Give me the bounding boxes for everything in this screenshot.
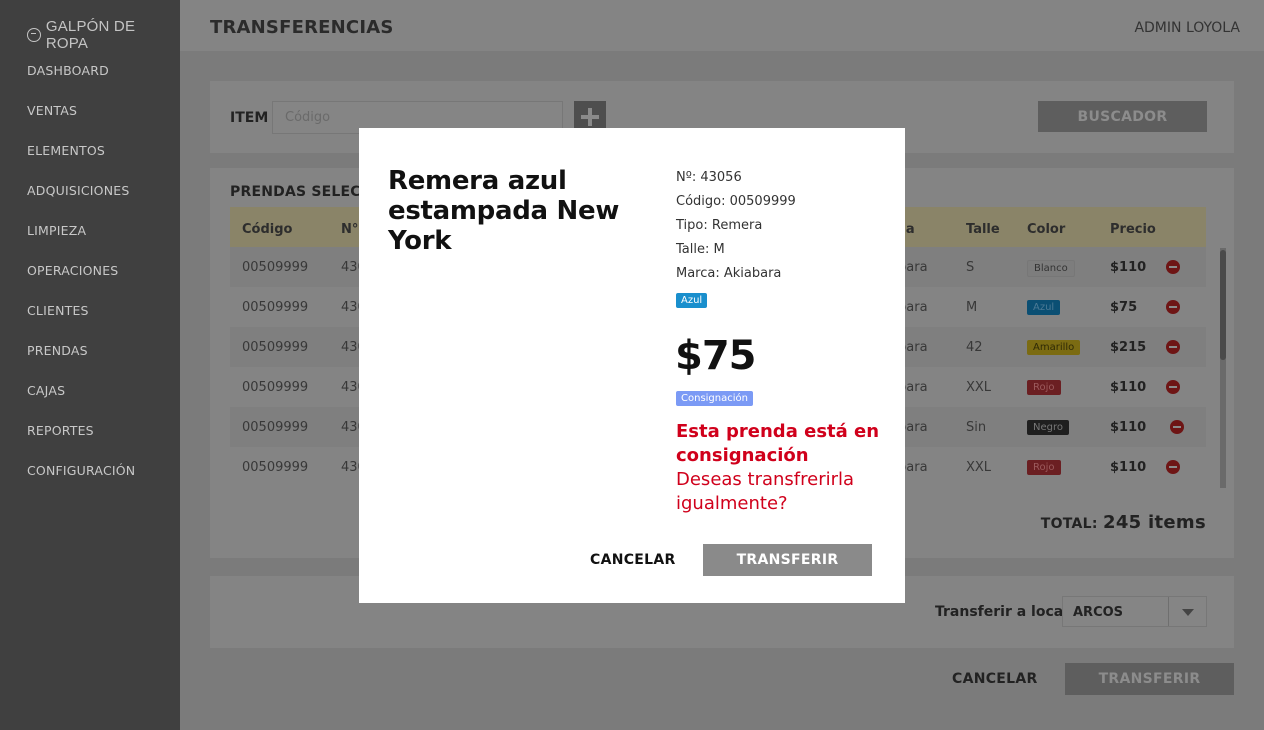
cell-precio: $75: [1110, 300, 1138, 315]
color-tag: Azul: [676, 293, 708, 308]
sidebar-item-operaciones[interactable]: OPERACIONES: [27, 262, 135, 302]
consignment-badge: Consignación: [676, 391, 753, 406]
detail-marca: Marca: Akiabara: [676, 266, 782, 281]
sidebar-item-clientes[interactable]: CLIENTES: [27, 302, 135, 342]
confirm-question: Deseas transfrerirla igualmente?: [676, 469, 855, 514]
color-tag: Rojo: [1027, 380, 1061, 395]
cancel-button[interactable]: CANCELAR: [952, 671, 1038, 687]
sidebar-item-limpieza[interactable]: LIMPIEZA: [27, 222, 135, 262]
modal-price: $75: [675, 333, 756, 379]
page-title: TRANSFERENCIAS: [210, 17, 394, 38]
destination-value: ARCOS: [1073, 605, 1124, 620]
cell-talle: XXL: [966, 380, 992, 395]
brand-logo[interactable]: GALPÓN DE ROPA: [27, 18, 180, 52]
remove-icon[interactable]: [1166, 460, 1180, 474]
sidebar-item-dashboard[interactable]: DASHBOARD: [27, 62, 135, 102]
hanger-icon: [27, 28, 41, 42]
remove-icon[interactable]: [1170, 420, 1184, 434]
chevron-down-icon[interactable]: [1182, 609, 1194, 616]
item-label: ITEM: [230, 110, 269, 126]
modal-cancel-button[interactable]: CANCELAR: [590, 552, 676, 568]
destination-select[interactable]: ARCOS: [1062, 596, 1207, 627]
color-tag: Azul: [1027, 300, 1061, 315]
consignment-warning: Esta prenda está en consignación: [676, 421, 880, 466]
remove-icon[interactable]: [1166, 380, 1180, 394]
cell-precio: $110: [1110, 460, 1147, 475]
cell-codigo: 00509999: [242, 300, 309, 315]
sidebar-item-configuracion[interactable]: CONFIGURACIÓN: [27, 462, 135, 502]
cell-talle: M: [966, 300, 978, 315]
transfer-button[interactable]: TRANSFERIR: [1065, 663, 1234, 695]
cell-codigo: 00509999: [242, 460, 309, 475]
total: TOTAL: 245 items: [1041, 512, 1206, 533]
sidebar-item-prendas[interactable]: PRENDAS: [27, 342, 135, 382]
sidebar-item-cajas[interactable]: CAJAS: [27, 382, 135, 422]
user-menu[interactable]: ADMIN LOYOLA: [1134, 20, 1240, 36]
sidebar-item-ventas[interactable]: VENTAS: [27, 102, 135, 142]
search-button[interactable]: BUSCADOR: [1038, 101, 1207, 132]
cell-codigo: 00509999: [242, 340, 309, 355]
sidebar-item-reportes[interactable]: REPORTES: [27, 422, 135, 462]
cell-precio: $215: [1110, 340, 1147, 355]
total-value: 245 items: [1103, 512, 1206, 533]
select-divider: [1168, 597, 1169, 626]
col-codigo: Código: [242, 222, 293, 237]
cell-talle: S: [966, 260, 975, 275]
cell-precio: $110: [1110, 260, 1147, 275]
cell-talle: 42: [966, 340, 983, 355]
cell-codigo: 00509999: [242, 420, 309, 435]
col-precio: Precio: [1110, 222, 1156, 237]
cell-talle: Sin: [966, 420, 987, 435]
remove-icon[interactable]: [1166, 340, 1180, 354]
col-color: Color: [1027, 222, 1066, 237]
cell-precio: $110: [1110, 380, 1147, 395]
sidebar: GALPÓN DE ROPA DASHBOARD VENTAS ELEMENTO…: [0, 0, 180, 730]
cell-precio: $110: [1110, 420, 1147, 435]
detail-codigo: Código: 00509999: [676, 194, 796, 209]
consignment-modal: Remera azul estampada New York Nº: 43056…: [359, 128, 905, 603]
color-tag: Rojo: [1027, 460, 1061, 475]
modal-details: Nº: 43056 Código: 00509999 Tipo: Remera …: [676, 170, 796, 290]
detail-talle: Talle: M: [676, 242, 725, 257]
modal-transfer-button[interactable]: TRANSFERIR: [703, 544, 872, 576]
detail-tipo: Tipo: Remera: [676, 218, 763, 233]
cell-talle: XXL: [966, 460, 992, 475]
color-tag: Blanco: [1027, 260, 1075, 277]
modal-title: Remera azul estampada New York: [388, 166, 620, 256]
sidebar-item-adquisiciones[interactable]: ADQUISICIONES: [27, 182, 135, 222]
color-tag: Amarillo: [1027, 340, 1081, 355]
sidebar-item-elementos[interactable]: ELEMENTOS: [27, 142, 135, 182]
scroll-thumb[interactable]: [1220, 250, 1226, 360]
col-talle: Talle: [966, 222, 1000, 237]
detail-numero: Nº: 43056: [676, 170, 742, 185]
remove-icon[interactable]: [1166, 300, 1180, 314]
sidebar-nav: DASHBOARD VENTAS ELEMENTOS ADQUISICIONES…: [27, 62, 135, 502]
destination-label: Transferir a local: [935, 604, 1069, 620]
cell-codigo: 00509999: [242, 380, 309, 395]
col-numero: N°: [341, 222, 359, 237]
cell-codigo: 00509999: [242, 260, 309, 275]
brand-name: GALPÓN DE ROPA: [45, 18, 136, 52]
top-bar: TRANSFERENCIAS ADMIN LOYOLA: [180, 0, 1264, 51]
table-scrollbar[interactable]: [1220, 248, 1226, 488]
total-label: TOTAL:: [1040, 516, 1098, 532]
remove-icon[interactable]: [1166, 260, 1180, 274]
color-tag: Negro: [1027, 420, 1069, 435]
